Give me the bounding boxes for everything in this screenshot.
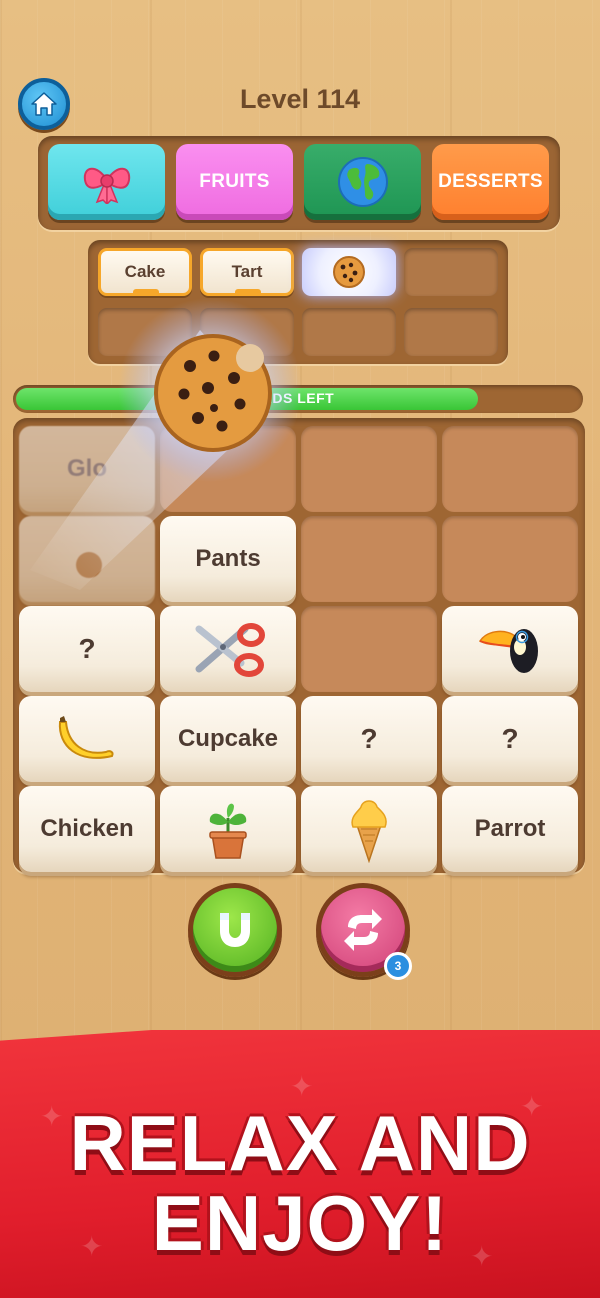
- card-parrot[interactable]: Parrot: [442, 786, 578, 872]
- empty-cell: [301, 606, 437, 692]
- card-banana[interactable]: [19, 696, 155, 782]
- category-fruits[interactable]: FRUITS: [176, 144, 293, 220]
- scissors-icon: [195, 623, 265, 677]
- card-ice-cream[interactable]: [301, 786, 437, 872]
- collection-slots: Cake Tart: [88, 240, 508, 364]
- card-hidden[interactable]: ?: [442, 696, 578, 782]
- card-pants[interactable]: Pants: [160, 516, 296, 602]
- banana-icon: [58, 716, 114, 759]
- card-chicken[interactable]: Chicken: [19, 786, 155, 872]
- empty-cell: [301, 426, 437, 512]
- card-scissors[interactable]: [160, 606, 296, 692]
- card-cupcake[interactable]: Cupcake: [160, 696, 296, 782]
- banner-line-2: ENJOY!: [151, 1179, 449, 1267]
- slot-empty: [404, 308, 498, 356]
- category-bow[interactable]: [48, 144, 165, 220]
- card-toucan[interactable]: [442, 606, 578, 692]
- slot-empty: [98, 308, 192, 356]
- card-glove[interactable]: Glo: [19, 426, 155, 512]
- globe-icon: [337, 157, 388, 207]
- slot-empty: [200, 308, 294, 356]
- card-faded[interactable]: [19, 516, 155, 602]
- faded-item-icon: [76, 552, 102, 578]
- card-board: Glo Pants ? Cupcake ? ? Chicken Parrot: [13, 418, 585, 873]
- empty-cell: [442, 426, 578, 512]
- shuffle-icon: [344, 909, 382, 951]
- category-desserts[interactable]: DESSERTS: [432, 144, 549, 220]
- card-hidden[interactable]: ?: [19, 606, 155, 692]
- cards-left-progress: RDS LEFT: [13, 385, 583, 413]
- magnet-booster-button[interactable]: [188, 883, 282, 977]
- cookie-icon: [333, 256, 365, 288]
- category-globe[interactable]: [304, 144, 421, 220]
- slot-empty: [302, 308, 396, 356]
- slot-tart: Tart: [200, 248, 294, 296]
- empty-cell: [160, 426, 296, 512]
- progress-label: RDS LEFT: [261, 390, 335, 406]
- slot-cake: Cake: [98, 248, 192, 296]
- category-bar: FRUITS DESSERTS: [38, 136, 560, 230]
- plant-icon: [209, 803, 247, 859]
- empty-cell: [442, 516, 578, 602]
- bow-icon: [83, 167, 130, 204]
- ice-cream-icon: [351, 800, 387, 863]
- magnet-icon: [220, 913, 250, 947]
- toucan-icon: [478, 629, 538, 673]
- slot-cookie: [302, 248, 396, 296]
- card-hidden[interactable]: ?: [301, 696, 437, 782]
- slot-empty: [404, 248, 498, 296]
- card-plant[interactable]: [160, 786, 296, 872]
- level-title: Level 114: [239, 84, 361, 114]
- banner-line-1: RELAX AND: [69, 1099, 531, 1187]
- empty-cell: [301, 516, 437, 602]
- promo-banner: ✦ ✦ ✦ ✦ ✦ RELAX AND ENJOY!: [0, 1030, 600, 1298]
- shuffle-count-badge: 3: [384, 952, 412, 980]
